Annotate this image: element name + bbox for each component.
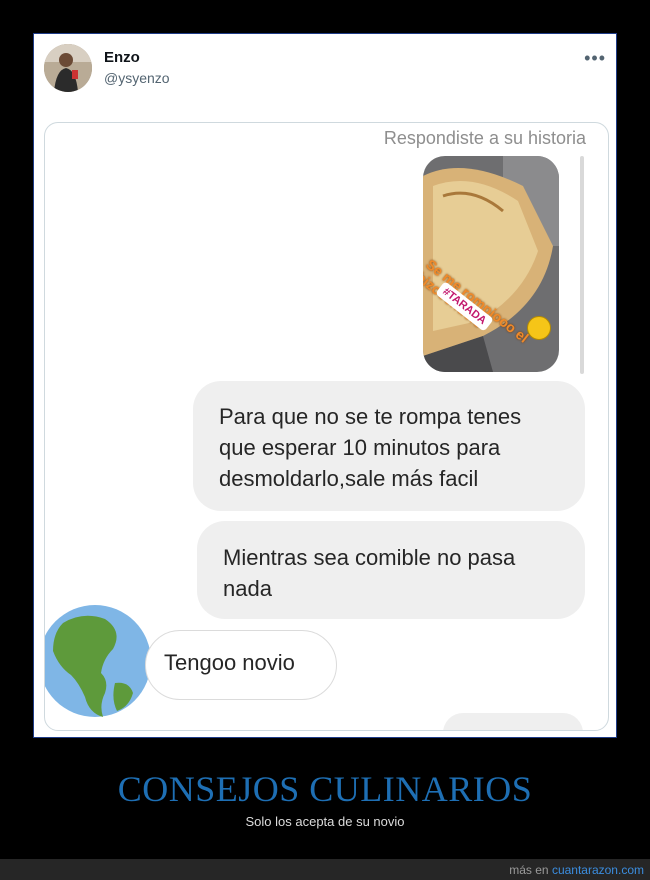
received-message-bubble: Tengoo novio bbox=[145, 630, 337, 700]
emoji-sticker-icon bbox=[527, 316, 551, 340]
avatar[interactable] bbox=[44, 44, 92, 92]
more-horizontal-icon[interactable]: ••• bbox=[584, 48, 606, 69]
story-thumbnail[interactable]: Se me rompiooo el bizcochuelo #TARADA bbox=[423, 156, 559, 372]
footer-prefix: más en bbox=[509, 863, 552, 877]
site-link[interactable]: cuantarazon.com bbox=[552, 863, 644, 877]
globe-avatar-icon[interactable] bbox=[45, 601, 151, 721]
sent-message-bubble: Mientras sea comible no pasa nada bbox=[197, 521, 585, 619]
display-name[interactable]: Enzo bbox=[104, 49, 140, 66]
message-text: Mientras sea comible no pasa nada bbox=[223, 545, 516, 601]
message-text: Tengoo novio bbox=[164, 650, 295, 675]
sent-message-bubble: Para que no se te rompa tenes que espera… bbox=[193, 381, 585, 511]
footer-text: más en cuantarazon.com bbox=[509, 863, 644, 877]
page-subtitle: Solo los acepta de su novio bbox=[245, 814, 405, 829]
user-handle[interactable]: @ysyenzo bbox=[104, 70, 170, 86]
partial-message-bubble bbox=[443, 713, 583, 730]
embedded-screenshot: Respondiste a su historia Se me rompiooo… bbox=[44, 122, 609, 731]
message-text: Para que no se te rompa tenes que espera… bbox=[219, 404, 522, 491]
avatar-photo-icon bbox=[44, 44, 92, 92]
footer-bar: más en cuantarazon.com bbox=[0, 859, 650, 880]
story-reply-bar bbox=[580, 156, 584, 374]
page-title: CONSEJOS CULINARIOS bbox=[117, 769, 533, 809]
story-reply-note: Respondiste a su historia bbox=[383, 128, 586, 148]
tweet-card: Enzo @ysyenzo ••• Respondiste a su histo… bbox=[33, 33, 617, 738]
